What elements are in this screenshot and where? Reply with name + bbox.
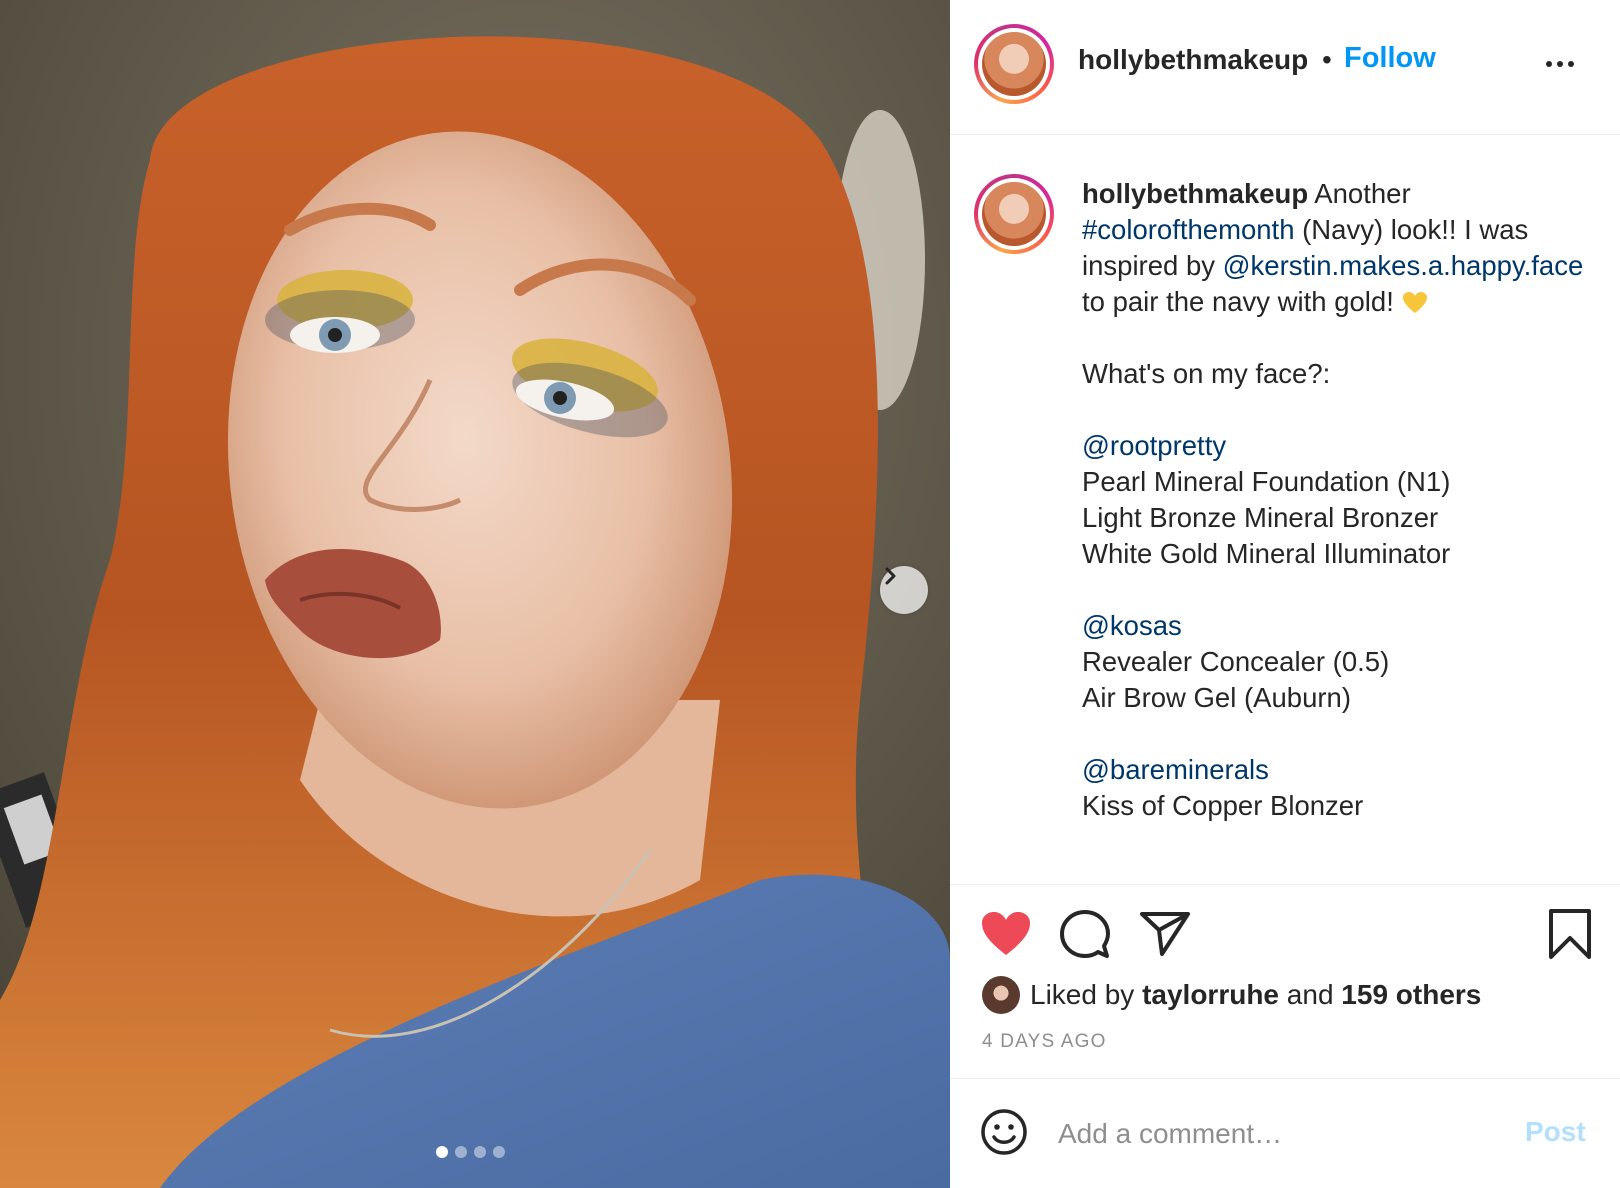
header-username[interactable]: hollybethmakeup xyxy=(1078,44,1308,76)
likes-prefix: Liked by xyxy=(1030,979,1143,1010)
caption-divider xyxy=(950,884,1620,885)
post-comment-button[interactable]: Post xyxy=(1525,1116,1586,1148)
dot-icon xyxy=(1568,61,1574,67)
product-line: Revealer Concealer (0.5) xyxy=(1082,646,1390,677)
brand-mention-rootpretty[interactable]: @rootpretty xyxy=(1082,428,1587,464)
add-comment-bar: Post xyxy=(950,1078,1620,1188)
caption-intro: Another xyxy=(1308,178,1411,209)
hashtag-link[interactable]: #colorofthemonth xyxy=(1082,214,1295,245)
carousel-next-button[interactable] xyxy=(880,566,928,614)
post-photo[interactable] xyxy=(0,0,950,1188)
carousel-dots xyxy=(436,1146,505,1158)
product-line: Kiss of Copper Blonzer xyxy=(1082,790,1364,821)
more-options-button[interactable] xyxy=(1546,50,1582,78)
dot-icon xyxy=(1557,61,1563,67)
liker-username[interactable]: taylorruhe xyxy=(1142,979,1279,1010)
follow-button[interactable]: Follow xyxy=(1344,42,1436,75)
likes-others-link[interactable]: 159 others xyxy=(1341,979,1481,1010)
likes-summary: Liked by taylorruhe and 159 others xyxy=(982,976,1481,1014)
carousel-dot-active xyxy=(436,1146,448,1158)
comment-button[interactable] xyxy=(1060,910,1110,965)
comment-bubble-icon xyxy=(1060,910,1110,958)
save-button[interactable] xyxy=(1548,908,1592,965)
product-line: Air Brow Gel (Auburn) xyxy=(1082,682,1351,713)
brand-mention-kosas[interactable]: @kosas xyxy=(1082,608,1587,644)
share-button[interactable] xyxy=(1140,910,1190,963)
heart-filled-icon xyxy=(982,912,1030,955)
smiley-face-icon xyxy=(981,1109,1027,1155)
header-divider xyxy=(950,134,1620,135)
header-separator: • xyxy=(1322,44,1332,75)
caption-heading: What's on my face?: xyxy=(1082,358,1331,389)
paper-plane-icon xyxy=(1140,912,1190,956)
mention-link[interactable]: @kerstin.makes.a.happy.face xyxy=(1223,250,1584,281)
caption-text: hollybethmakeup Another #colorofthemonth… xyxy=(1082,176,1587,824)
selfie-image xyxy=(0,0,950,1188)
brand-mention-bareminerals[interactable]: @bareminerals xyxy=(1082,752,1587,788)
emoji-button[interactable] xyxy=(980,1108,1028,1161)
liker-avatar[interactable] xyxy=(982,976,1020,1014)
caption-avatar[interactable] xyxy=(974,174,1054,254)
carousel-dot xyxy=(455,1146,467,1158)
likes-middle: and xyxy=(1279,979,1342,1010)
post-sidebar: hollybethmakeup • Follow hollybethmakeup… xyxy=(950,0,1620,1188)
like-button[interactable] xyxy=(980,910,1032,963)
caption-text-segment: to pair the navy with gold! xyxy=(1082,286,1402,317)
product-line: Pearl Mineral Foundation (N1) xyxy=(1082,466,1451,497)
likes-text: Liked by taylorruhe and 159 others xyxy=(1030,979,1481,1011)
post-timestamp[interactable]: 4 DAYS AGO xyxy=(982,1031,1107,1053)
product-line: White Gold Mineral Illuminator xyxy=(1082,538,1451,569)
bookmark-icon xyxy=(1549,909,1591,959)
comment-input[interactable] xyxy=(1058,1112,1488,1156)
carousel-dot xyxy=(493,1146,505,1158)
chevron-right-icon xyxy=(885,567,896,585)
carousel-dot xyxy=(474,1146,486,1158)
header-avatar[interactable] xyxy=(974,24,1054,104)
yellow-heart-emoji-icon xyxy=(1402,292,1427,313)
avatar-image xyxy=(982,32,1046,96)
product-line: Light Bronze Mineral Bronzer xyxy=(1082,502,1439,533)
caption-username[interactable]: hollybethmakeup xyxy=(1082,178,1308,209)
dot-icon xyxy=(1546,61,1552,67)
avatar-image xyxy=(982,182,1046,246)
